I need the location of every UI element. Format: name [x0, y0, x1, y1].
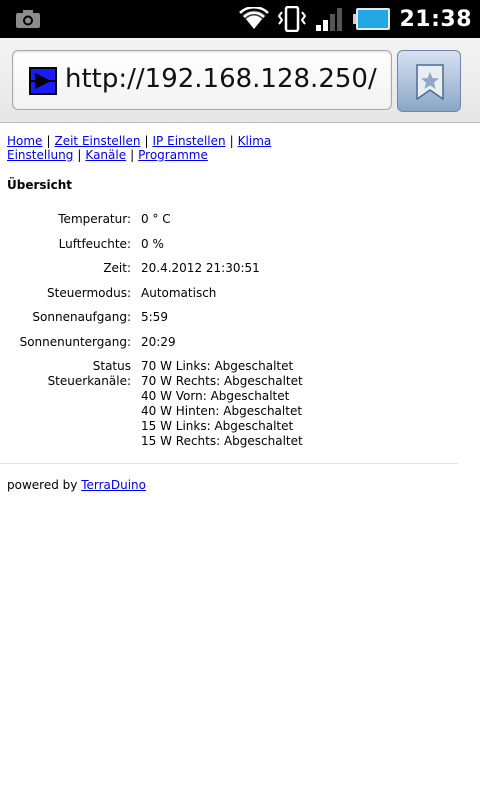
nav-separator: |	[77, 148, 82, 162]
row-value: Automatisch	[141, 285, 217, 300]
wifi-icon	[239, 7, 270, 29]
table-row: Sonnenaufgang: 5:59	[7, 310, 303, 335]
battery-icon	[353, 8, 391, 30]
page-title: Übersicht	[7, 178, 73, 192]
footer-link-terraduino[interactable]: TerraDuino	[81, 478, 146, 492]
channel-status: 40 W Hinten: Abgeschaltet	[141, 404, 303, 418]
vibrate-icon	[278, 6, 307, 32]
row-value: 0 %	[141, 236, 164, 251]
nav-link-home[interactable]: Home	[7, 134, 42, 148]
nav-link-programme[interactable]: Programme	[138, 148, 208, 162]
bookmark-button[interactable]	[397, 50, 461, 112]
page-content: Home | Zeit Einstellen | IP Einstellen | Klima…	[0, 134, 473, 492]
row-label: Sonnenaufgang:	[32, 310, 131, 324]
row-label: Luftfeuchte:	[58, 236, 131, 251]
overview-table: Temperatur: 0 ° C Luftfeuchte: 0 % Zeit:…	[7, 212, 303, 449]
browser-toolbar: http://192.168.128.250/	[0, 38, 480, 123]
table-row: Sonnenuntergang: 20:29	[7, 335, 303, 360]
channels-label: Status Steuerkanäle:	[47, 359, 131, 388]
signal-icon	[316, 8, 343, 31]
row-label: Zeit:	[103, 261, 131, 275]
channel-status: 70 W Links: Abgeschaltet	[141, 359, 294, 373]
nav-link-zeit-einstellen[interactable]: Zeit Einstellen	[54, 134, 140, 148]
row-value: 5:59	[141, 310, 168, 324]
footer: powered by TerraDuino	[7, 478, 473, 492]
table-row-channels: Status Steuerkanäle: 70 W Links: Abgesch…	[7, 359, 303, 449]
channel-status: 70 W Rechts: Abgeschaltet	[141, 374, 303, 388]
divider	[0, 463, 458, 464]
camera-icon	[16, 10, 40, 28]
row-label: Sonnenuntergang:	[19, 334, 131, 349]
row-value: 20:29	[141, 334, 176, 349]
nav-separator: |	[229, 134, 234, 148]
channel-status: 15 W Rechts: Abgeschaltet	[141, 434, 303, 448]
table-row: Luftfeuchte: 0 %	[7, 237, 303, 262]
row-value: 20.4.2012 21:30:51	[141, 261, 260, 275]
url-field[interactable]: http://192.168.128.250/	[12, 50, 392, 110]
footer-text: powered by	[7, 478, 78, 492]
channels-list: 70 W Links: Abgeschaltet 70 W Rechts: Ab…	[141, 359, 303, 449]
status-bar: 21:38	[0, 0, 480, 38]
row-value: 0 ° C	[141, 212, 171, 226]
table-row: Steuermodus: Automatisch	[7, 286, 303, 311]
table-row: Temperatur: 0 ° C	[7, 212, 303, 237]
nav-link-kanaele[interactable]: Kanäle	[85, 148, 126, 162]
table-row: Zeit: 20.4.2012 21:30:51	[7, 261, 303, 286]
nav-separator: |	[46, 134, 51, 148]
favicon-icon	[29, 67, 57, 95]
channel-status: 15 W Links: Abgeschaltet	[141, 419, 294, 433]
channel-status: 40 W Vorn: Abgeschaltet	[141, 389, 290, 403]
nav-link-ip-einstellen[interactable]: IP Einstellen	[153, 134, 226, 148]
row-label: Temperatur:	[58, 212, 131, 226]
bookmark-star-icon	[416, 64, 444, 100]
url-text: http://192.168.128.250/	[65, 64, 377, 94]
nav-bar: Home | Zeit Einstellen | IP Einstellen | Klima…	[7, 134, 473, 162]
clock-time: 21:38	[399, 6, 472, 32]
row-label: Steuermodus:	[47, 285, 131, 300]
nav-separator: |	[144, 134, 149, 148]
nav-separator: |	[130, 148, 135, 162]
